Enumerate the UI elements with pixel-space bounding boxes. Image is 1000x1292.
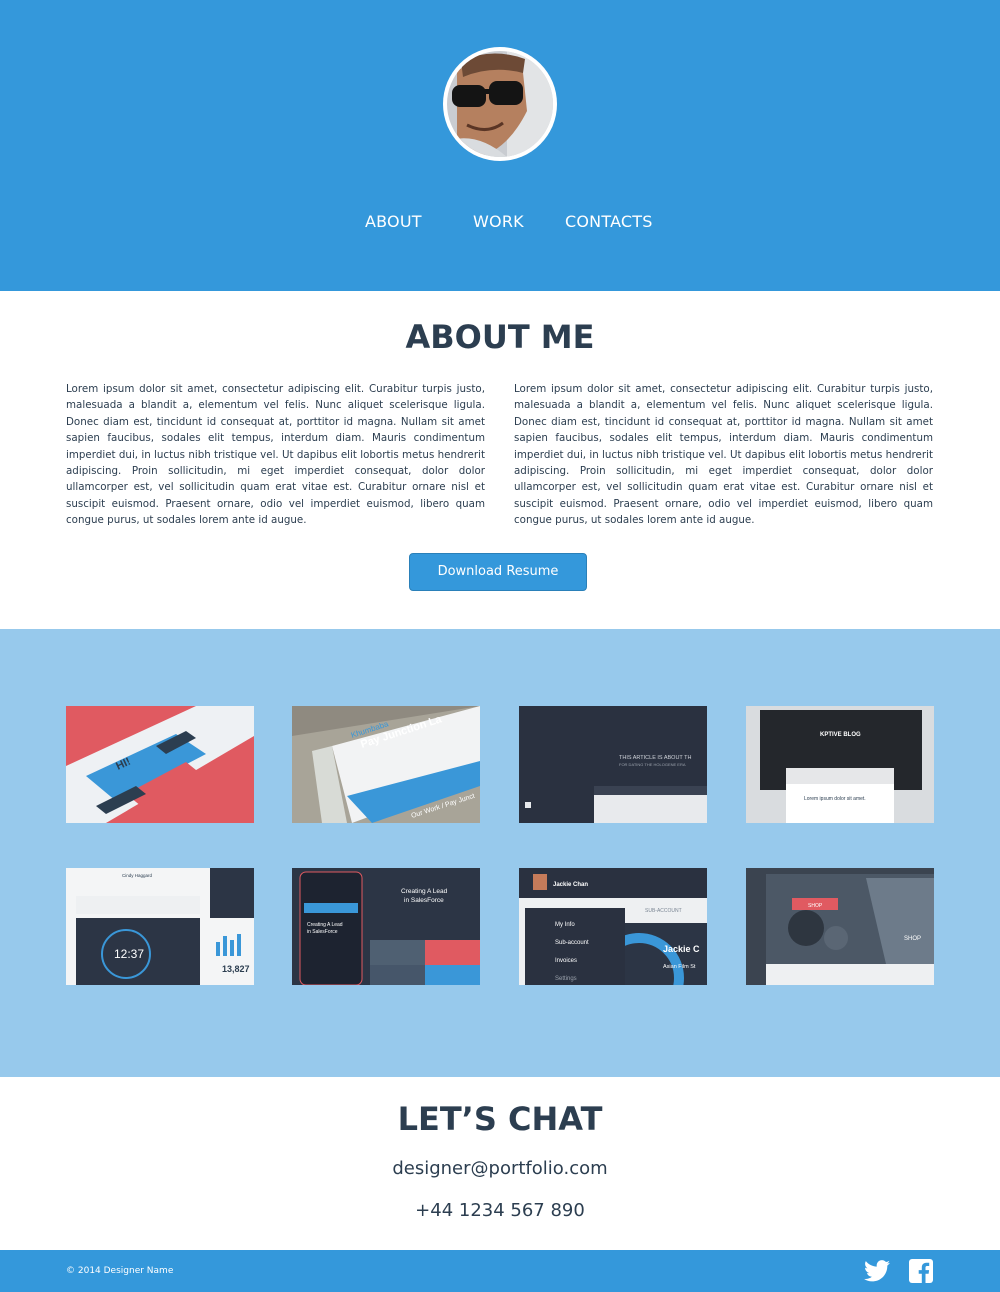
about-paragraph-right: Lorem ipsum dolor sit amet, consectetur … (514, 383, 933, 527)
contact-phone: +44 1234 567 890 (415, 1200, 585, 1221)
thumb-label: FOR DATING THE HOLOGENE ERA (619, 762, 686, 767)
thumb-label: in SalesForce (307, 929, 338, 935)
portfolio-thumb[interactable]: Cindy Haggard 12:37 13,827 (66, 868, 254, 985)
work-section: HI! Khumbaba Pay Junction La Our Work / … (0, 629, 1000, 1077)
thumb-label: 12:37 (114, 947, 144, 961)
nav-work[interactable]: WORK (473, 212, 524, 231)
header: ABOUT WORK CONTACTS (0, 0, 1000, 291)
thumb-label: THIS ARTICLE IS ABOUT TH (619, 755, 691, 761)
avatar (443, 47, 557, 161)
nav-contacts[interactable]: CONTACTS (565, 212, 653, 231)
thumb-label: SHOP (808, 903, 823, 909)
thumb-label: Creating A Lead (401, 888, 448, 895)
thumb-label: Lorem ipsum dolor sit amet. (804, 796, 866, 802)
portfolio-thumb[interactable]: SHOP SHOP (746, 868, 934, 985)
portfolio-thumb[interactable]: Jackie Chan SUB-ACCOUNT My Info Sub-acco… (519, 868, 707, 985)
portfolio-thumb[interactable]: KPTIVE BLOG Lorem ipsum dolor sit amet. (746, 706, 934, 823)
copyright-text: © 2014 Designer Name (66, 1266, 174, 1276)
portfolio-thumb[interactable]: HI! (66, 706, 254, 823)
thumb-label: 13,827 (222, 964, 250, 974)
thumb-label: Settings (555, 976, 577, 982)
about-paragraph-left: Lorem ipsum dolor sit amet, consectetur … (66, 383, 485, 527)
nav-about[interactable]: ABOUT (365, 212, 422, 231)
download-resume-button[interactable]: Download Resume (409, 553, 587, 591)
thumb-label: Sub-account (555, 940, 589, 946)
thumb-label: Cindy Haggard (122, 873, 153, 878)
portfolio-thumb[interactable]: Creating A Lead in SalesForce Creating A… (292, 868, 480, 985)
thumb-label: Invoices (555, 958, 577, 964)
contact-email[interactable]: designer@portfolio.com (0, 1158, 1000, 1179)
twitter-icon[interactable] (864, 1259, 890, 1283)
avatar-photo (447, 51, 553, 157)
footer: © 2014 Designer Name (0, 1250, 1000, 1292)
about-title: ABOUT ME (405, 318, 595, 356)
portfolio-thumb[interactable]: THIS ARTICLE IS ABOUT TH FOR DATING THE … (519, 706, 707, 823)
chat-title: LET’S CHAT (397, 1100, 603, 1138)
thumb-label: My Info (555, 922, 575, 928)
facebook-icon[interactable] (908, 1259, 934, 1283)
thumb-label: Creating A Lead (307, 922, 343, 928)
main-nav: ABOUT WORK CONTACTS (0, 212, 1000, 234)
thumb-label: SHOP (904, 936, 921, 942)
thumb-label: KPTIVE BLOG (820, 732, 861, 738)
thumb-label: Asian Film St (663, 964, 696, 970)
thumb-label: Jackie C (663, 944, 700, 954)
portfolio-thumb[interactable]: Khumbaba Pay Junction La Our Work / Pay … (292, 706, 480, 823)
thumb-label: Jackie Chan (553, 882, 588, 888)
thumb-label: SUB-ACCOUNT (645, 908, 682, 914)
thumb-label: in SalesForce (404, 897, 444, 904)
